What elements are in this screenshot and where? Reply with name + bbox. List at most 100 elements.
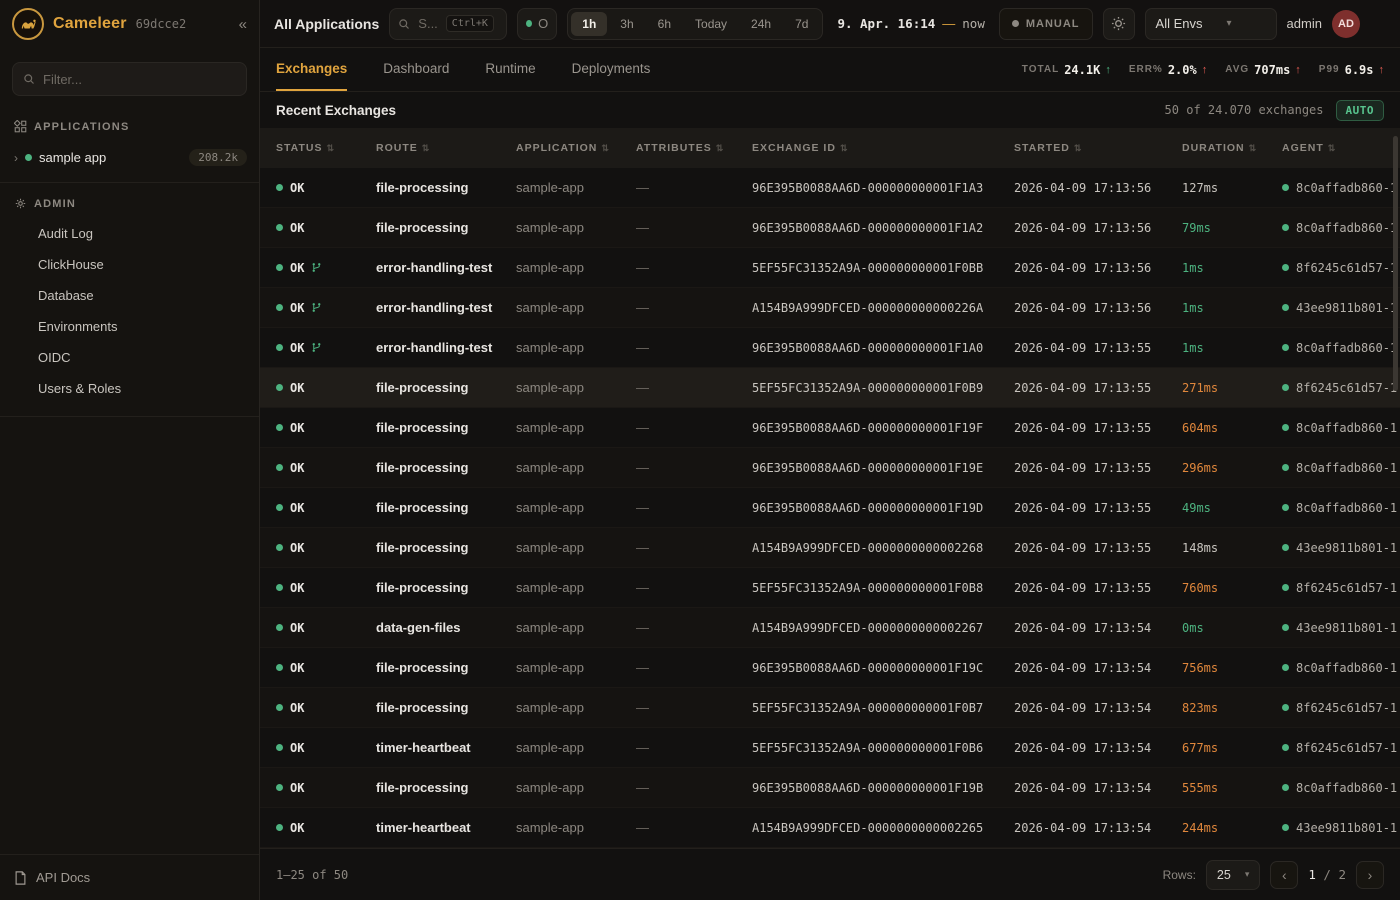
sidebar-item-database[interactable]: Database <box>0 280 259 311</box>
table-header: STATUS⇅ROUTE⇅APPLICATION⇅ATTRIBUTES⇅EXCH… <box>260 128 1400 168</box>
trend-up-icon: ↑ <box>1295 64 1301 76</box>
started-cell: 2026-04-09 17:13:56 <box>998 301 1166 315</box>
column-header-agent[interactable]: AGENT⇅ <box>1266 142 1400 154</box>
sidebar-filter-input[interactable]: Filter... <box>12 62 247 96</box>
rows-per-page-select[interactable]: 25 ▾ <box>1206 860 1260 890</box>
table-row[interactable]: OK file-processing sample-app — 96E395B0… <box>260 768 1400 808</box>
table-row[interactable]: OK error-handling-test sample-app — 5EF5… <box>260 248 1400 288</box>
table-row[interactable]: OK file-processing sample-app — 96E395B0… <box>260 168 1400 208</box>
agent-status-dot <box>1282 224 1289 231</box>
agent-cell: 43ee9811b801-1 <box>1266 301 1400 315</box>
scrollbar-thumb[interactable] <box>1393 136 1398 391</box>
status-ok-dot <box>276 704 283 711</box>
agent-status-dot <box>1282 304 1289 311</box>
range-button-6h[interactable]: 6h <box>647 12 682 36</box>
attributes-cell: — <box>620 540 736 555</box>
sidebar-collapse-icon[interactable]: « <box>239 16 247 33</box>
sort-icon: ⇅ <box>326 143 335 154</box>
table-row[interactable]: OK error-handling-test sample-app — A154… <box>260 288 1400 328</box>
avatar[interactable]: AD <box>1332 10 1360 38</box>
table-row[interactable]: OK file-processing sample-app — A154B9A9… <box>260 528 1400 568</box>
theme-toggle-button[interactable] <box>1103 8 1135 40</box>
range-button-24h[interactable]: 24h <box>740 12 782 36</box>
status-ok-dot <box>276 304 283 311</box>
column-header-status[interactable]: STATUS⇅ <box>260 142 360 154</box>
agent-status-dot <box>1282 464 1289 471</box>
sidebar-item-sample-app[interactable]: › sample app 208.2k <box>0 141 259 174</box>
agent-id-label: 8c0affadb860-1 <box>1296 661 1397 675</box>
agent-status-dot <box>1282 664 1289 671</box>
exchange-id-cell: 96E395B0088AA6D-000000000001F19B <box>736 781 998 795</box>
auto-refresh-badge[interactable]: AUTO <box>1336 100 1385 121</box>
tab-dashboard[interactable]: Dashboard <box>383 48 449 91</box>
range-button-1h[interactable]: 1h <box>571 12 607 36</box>
tab-exchanges[interactable]: Exchanges <box>276 48 347 91</box>
sidebar-item-audit-log[interactable]: Audit Log <box>0 218 259 249</box>
range-button-today[interactable]: Today <box>684 12 738 36</box>
env-select[interactable]: All Envs ▾ <box>1145 8 1277 40</box>
tab-runtime[interactable]: Runtime <box>485 48 535 91</box>
table-row[interactable]: OK data-gen-files sample-app — A154B9A99… <box>260 608 1400 648</box>
status-ok-dot <box>276 784 283 791</box>
started-cell: 2026-04-09 17:13:54 <box>998 621 1166 635</box>
table-row[interactable]: OK file-processing sample-app — 5EF55FC3… <box>260 568 1400 608</box>
application-cell: sample-app <box>500 460 620 475</box>
column-header-started[interactable]: STARTED⇅ <box>998 142 1166 154</box>
status-label: OK <box>290 381 304 395</box>
date-range[interactable]: 9. Apr. 16:14 — now <box>833 16 988 31</box>
agent-status-dot <box>1282 544 1289 551</box>
manual-refresh-button[interactable]: MANUAL <box>999 8 1093 40</box>
attributes-cell: — <box>620 300 736 315</box>
range-button-3h[interactable]: 3h <box>609 12 644 36</box>
sidebar-item-users-roles[interactable]: Users & Roles <box>0 373 259 404</box>
started-cell: 2026-04-09 17:13:55 <box>998 581 1166 595</box>
agent-id-label: 8c0affadb860-1 <box>1296 421 1397 435</box>
column-header-exchange-id[interactable]: EXCHANGE ID⇅ <box>736 142 998 154</box>
route-cell: timer-heartbeat <box>360 820 500 835</box>
table-row[interactable]: OK file-processing sample-app — 96E395B0… <box>260 648 1400 688</box>
column-header-route[interactable]: ROUTE⇅ <box>360 142 500 154</box>
table-row[interactable]: OK file-processing sample-app — 96E395B0… <box>260 488 1400 528</box>
search-input[interactable]: S... Ctrl+K <box>389 8 507 40</box>
sidebar-item-clickhouse[interactable]: ClickHouse <box>0 249 259 280</box>
started-cell: 2026-04-09 17:13:56 <box>998 261 1166 275</box>
duration-cell: 0ms <box>1166 621 1266 635</box>
agent-status-dot <box>1282 744 1289 751</box>
expand-chevron-icon[interactable]: › <box>14 151 18 165</box>
column-header-attributes[interactable]: ATTRIBUTES⇅ <box>620 142 736 154</box>
sidebar-item-environments[interactable]: Environments <box>0 311 259 342</box>
table-row[interactable]: OK file-processing sample-app — 96E395B0… <box>260 448 1400 488</box>
status-ok-dot <box>276 544 283 551</box>
column-header-duration[interactable]: DURATION⇅ <box>1166 142 1266 154</box>
agent-cell: 8c0affadb860-1 <box>1266 341 1400 355</box>
application-cell: sample-app <box>500 620 620 635</box>
table-row[interactable]: OK timer-heartbeat sample-app — A154B9A9… <box>260 808 1400 848</box>
column-header-application[interactable]: APPLICATION⇅ <box>500 142 620 154</box>
status-label: OK <box>290 501 304 515</box>
agent-id-label: 43ee9811b801-1 <box>1296 821 1397 835</box>
route-cell: file-processing <box>360 700 500 715</box>
table-row[interactable]: OK file-processing sample-app — 5EF55FC3… <box>260 688 1400 728</box>
application-cell: sample-app <box>500 500 620 515</box>
table-row[interactable]: OK error-handling-test sample-app — 96E3… <box>260 328 1400 368</box>
tab-deployments[interactable]: Deployments <box>572 48 651 91</box>
table-row[interactable]: OK file-processing sample-app — 96E395B0… <box>260 408 1400 448</box>
range-button-7d[interactable]: 7d <box>784 12 819 36</box>
errors-only-toggle[interactable]: O <box>517 8 557 40</box>
sidebar-item-oidc[interactable]: OIDC <box>0 342 259 373</box>
table-row[interactable]: OK timer-heartbeat sample-app — 5EF55FC3… <box>260 728 1400 768</box>
api-docs-link[interactable]: API Docs <box>0 854 259 900</box>
prev-page-button[interactable]: ‹ <box>1270 861 1298 889</box>
next-page-button[interactable]: › <box>1356 861 1384 889</box>
app-count-badge: 208.2k <box>189 149 247 166</box>
admin-nav: Audit LogClickHouseDatabaseEnvironmentsO… <box>0 218 259 404</box>
status-ok-dot <box>276 224 283 231</box>
table-row[interactable]: OK file-processing sample-app — 5EF55FC3… <box>260 368 1400 408</box>
agent-id-label: 8f6245c61d57-1 <box>1296 581 1397 595</box>
table-row[interactable]: OK file-processing sample-app — 96E395B0… <box>260 208 1400 248</box>
date-to: now <box>962 16 985 31</box>
app-status-dot <box>25 154 32 161</box>
attributes-cell: — <box>620 380 736 395</box>
application-cell: sample-app <box>500 340 620 355</box>
duration-cell: 296ms <box>1166 461 1266 475</box>
